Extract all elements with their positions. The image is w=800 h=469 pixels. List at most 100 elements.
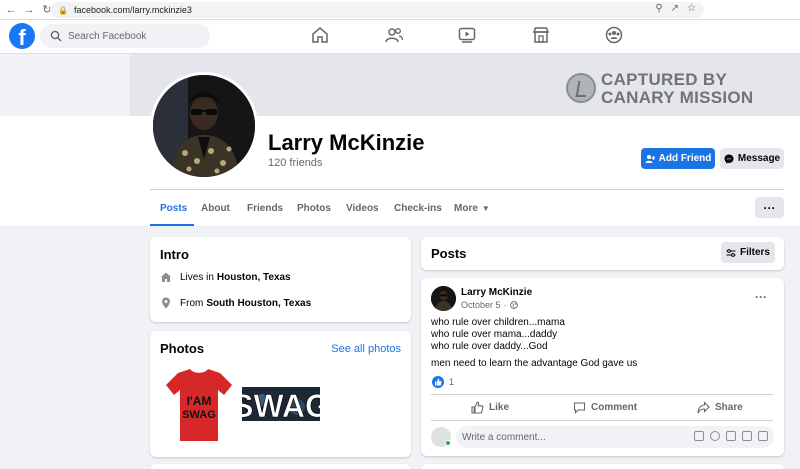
- see-all-photos-link[interactable]: See all photos: [331, 343, 401, 355]
- forward-icon[interactable]: →: [22, 3, 36, 17]
- tabs-divider: [150, 189, 784, 190]
- tab-more[interactable]: More ▼: [454, 203, 490, 214]
- shirt-text-2: SWAG: [182, 409, 216, 421]
- like-reaction-icon[interactable]: [432, 376, 444, 388]
- nav-watch[interactable]: [458, 26, 476, 47]
- nav-marketplace[interactable]: [532, 26, 550, 47]
- shirt-text-1: I'AM: [187, 394, 212, 408]
- swag-text: SWAG: [242, 388, 320, 424]
- zoom-icon[interactable]: ⚲: [655, 3, 662, 14]
- like-button[interactable]: Like: [471, 401, 509, 414]
- post-text-line: who rule over children...mama: [431, 317, 565, 328]
- photo-thumbnail[interactable]: I'AM SWAG: [160, 365, 238, 443]
- search-icon: [50, 30, 62, 42]
- avatar-sticker-icon[interactable]: [694, 431, 704, 441]
- tab-check-ins[interactable]: Check-ins: [394, 203, 442, 214]
- avatar-photo: [153, 75, 255, 177]
- friends-icon: [385, 28, 404, 43]
- post-author-avatar[interactable]: [431, 286, 456, 311]
- watch-icon: [458, 27, 476, 43]
- intro-card: Intro Lives in Houston, Texas From South…: [150, 237, 411, 322]
- photos-card: Photos See all photos I'AM SWAG SWAG: [150, 331, 411, 457]
- post-date: October 5: [461, 300, 501, 310]
- comment-label: Comment: [591, 402, 638, 413]
- post-timestamp[interactable]: October 5 ·: [461, 300, 518, 310]
- active-tab-indicator: [150, 224, 194, 226]
- share-button[interactable]: Share: [697, 401, 743, 414]
- photo-thumbnail[interactable]: SWAG: [242, 365, 320, 443]
- lock-icon: 🔒: [58, 5, 68, 15]
- tab-posts[interactable]: Posts: [160, 203, 187, 214]
- facebook-top-bar: f: [0, 20, 800, 54]
- address-bar[interactable]: 🔒 facebook.com/larry.mckinzie3 ⚲ ↗ ☆: [50, 2, 704, 18]
- search-input[interactable]: [68, 30, 198, 42]
- post-text-line: who rule over daddy...God: [431, 341, 548, 352]
- profile-name: Larry McKinzie: [268, 130, 425, 155]
- groups-icon: [605, 26, 623, 44]
- comment-input[interactable]: [462, 431, 682, 443]
- gif-icon[interactable]: [742, 431, 752, 441]
- emoji-icon[interactable]: [710, 431, 720, 441]
- nav-groups[interactable]: [605, 26, 623, 47]
- filters-button[interactable]: Filters: [721, 242, 775, 263]
- watermark-line-2: CANARY MISSION: [601, 88, 754, 107]
- add-friend-label: Add Friend: [658, 153, 712, 164]
- home-icon: [161, 272, 171, 282]
- post-divider: [431, 420, 773, 421]
- messenger-icon: [724, 154, 734, 164]
- search-box[interactable]: [40, 24, 210, 48]
- filters-label: Filters: [739, 247, 770, 258]
- watermark-line-1: CAPTURED BY: [601, 70, 728, 89]
- marketplace-icon: [532, 27, 550, 43]
- sticker-icon[interactable]: [758, 431, 768, 441]
- add-friend-button[interactable]: Add Friend: [641, 148, 715, 169]
- profile-avatar[interactable]: [150, 72, 258, 180]
- public-globe-icon: [509, 301, 518, 309]
- photos-title: Photos: [160, 341, 205, 356]
- share-icon: [697, 401, 710, 414]
- from-prefix: From: [180, 297, 204, 309]
- post-avatar-photo: [431, 286, 456, 311]
- post-author-name[interactable]: Larry McKinzie: [461, 287, 532, 298]
- tshirt-photo: I'AM SWAG: [160, 365, 238, 443]
- address-url: facebook.com/larry.mckinzie3: [73, 5, 192, 15]
- comment-button[interactable]: Comment: [573, 401, 637, 414]
- nav-home[interactable]: [311, 26, 329, 47]
- lives-in-place[interactable]: Houston, Texas: [217, 272, 291, 283]
- posts-title: Posts: [431, 246, 467, 261]
- intro-title: Intro: [160, 247, 189, 262]
- friends-count[interactable]: 120 friends: [268, 157, 322, 169]
- caret-down-icon: ▼: [481, 204, 490, 213]
- profile-more-button[interactable]: ···: [755, 197, 784, 218]
- tab-more-label: More: [454, 203, 478, 214]
- nav-friends[interactable]: [385, 26, 404, 47]
- post-divider: [431, 394, 773, 395]
- tab-videos[interactable]: Videos: [346, 203, 379, 214]
- browser-toolbar: ← → ↻ 🔒 facebook.com/larry.mckinzie3 ⚲ ↗…: [0, 0, 800, 20]
- from-place[interactable]: South Houston, Texas: [206, 298, 311, 309]
- camera-icon[interactable]: [726, 431, 736, 441]
- post-options-button[interactable]: ···: [755, 290, 767, 304]
- tab-friends[interactable]: Friends: [247, 203, 283, 214]
- bookmark-star-icon[interactable]: ☆: [687, 3, 696, 14]
- like-count[interactable]: 1: [449, 377, 454, 387]
- message-label: Message: [737, 153, 781, 164]
- back-icon[interactable]: ←: [4, 3, 18, 17]
- filters-icon: [726, 248, 736, 257]
- location-pin-icon: [162, 297, 170, 309]
- tab-about[interactable]: About: [201, 203, 230, 214]
- like-label: Like: [489, 402, 510, 413]
- add-friend-icon: [645, 154, 655, 163]
- post-text-line: men need to learn the advantage God gave…: [431, 358, 638, 369]
- tab-photos[interactable]: Photos: [297, 203, 331, 214]
- share-page-icon[interactable]: ↗: [671, 3, 679, 14]
- canary-seal-icon: [566, 73, 596, 103]
- comment-box[interactable]: [456, 426, 774, 448]
- watermark: CAPTURED BY CANARY MISSION: [566, 71, 756, 109]
- comment-icon: [573, 402, 586, 414]
- share-label: Share: [715, 402, 743, 413]
- message-button[interactable]: Message: [720, 148, 784, 169]
- online-status-dot: [445, 440, 451, 446]
- more-card: [150, 464, 411, 469]
- facebook-logo-icon[interactable]: f: [9, 23, 35, 49]
